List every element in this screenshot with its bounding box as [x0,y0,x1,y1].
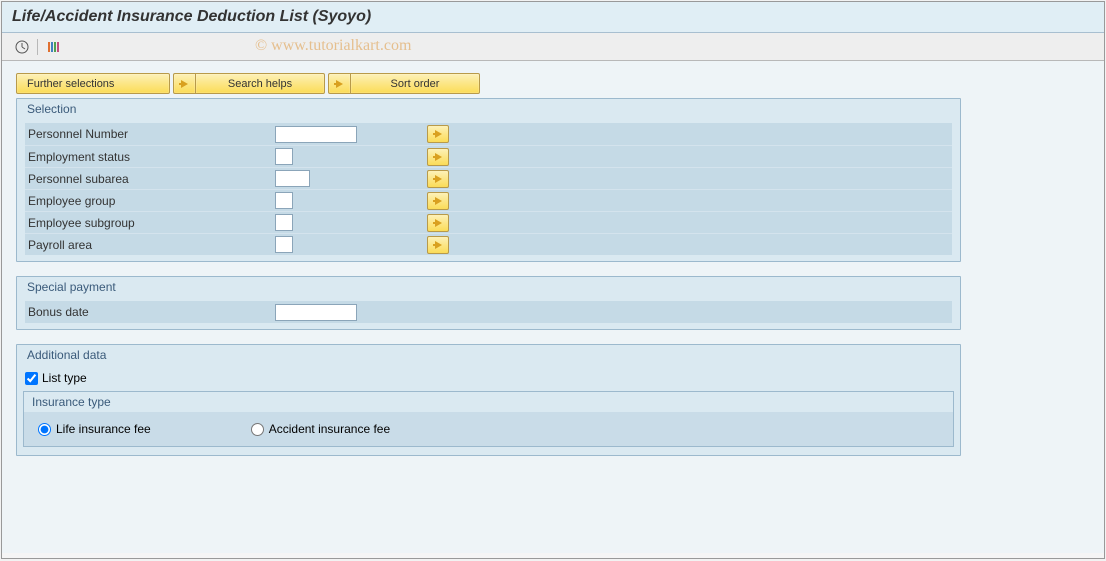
employee-subgroup-multiselect-button[interactable] [427,214,449,232]
row-personnel-number: Personnel Number [25,123,952,145]
accident-insurance-radio[interactable] [251,423,264,436]
personnel-number-label: Personnel Number [25,127,275,141]
row-payroll-area: Payroll area [25,233,952,255]
variants-button[interactable] [43,37,63,57]
search-helps-button[interactable]: Search helps [195,73,325,94]
bonus-date-input[interactable] [275,304,357,321]
row-personnel-subarea: Personnel subarea [25,167,952,189]
additional-data-group: Additional data List type Insurance type… [16,344,961,456]
further-selections-button[interactable]: Further selections [16,73,170,94]
employment-status-label: Employment status [25,150,275,164]
employment-status-input[interactable] [275,148,293,165]
search-helps-arrow-icon[interactable] [173,73,195,94]
special-payment-group: Special payment Bonus date [16,276,961,330]
accident-insurance-label: Accident insurance fee [269,422,390,436]
special-payment-title: Special payment [17,277,960,299]
personnel-number-multiselect-button[interactable] [427,125,449,143]
personnel-subarea-multiselect-button[interactable] [427,170,449,188]
payroll-area-multiselect-button[interactable] [427,236,449,254]
life-insurance-radio[interactable] [38,423,51,436]
top-buttons: Further selections Search helps Sort ord… [16,73,1090,94]
app-window: Life/Accident Insurance Deduction List (… [1,1,1105,559]
personnel-subarea-input[interactable] [275,170,310,187]
page-title: Life/Accident Insurance Deduction List (… [2,2,1104,33]
row-employment-status: Employment status [25,145,952,167]
personnel-subarea-label: Personnel subarea [25,172,275,186]
row-bonus-date: Bonus date [25,301,952,323]
employee-subgroup-label: Employee subgroup [25,216,275,230]
sort-order-button[interactable]: Sort order [350,73,480,94]
row-employee-subgroup: Employee subgroup [25,211,952,233]
employee-group-multiselect-button[interactable] [427,192,449,210]
selection-group-title: Selection [17,99,960,121]
payroll-area-label: Payroll area [25,238,275,252]
payroll-area-input[interactable] [275,236,293,253]
life-insurance-label: Life insurance fee [56,422,151,436]
insurance-type-group: Insurance type Life insurance fee Accide… [23,391,954,447]
list-type-checkbox[interactable] [25,372,38,385]
employee-subgroup-input[interactable] [275,214,293,231]
list-type-label: List type [42,371,87,385]
row-employee-group: Employee group [25,189,952,211]
additional-data-title: Additional data [17,345,960,367]
selection-group: Selection Personnel Number Employment st… [16,98,961,262]
toolbar [2,33,1104,61]
employee-group-input[interactable] [275,192,293,209]
insurance-type-title: Insurance type [24,392,953,412]
sort-order-arrow-icon[interactable] [328,73,350,94]
employment-status-multiselect-button[interactable] [427,148,449,166]
toolbar-separator [37,39,38,55]
execute-button[interactable] [12,37,32,57]
employee-group-label: Employee group [25,194,275,208]
content-area: Further selections Search helps Sort ord… [2,61,1104,553]
bonus-date-label: Bonus date [25,305,275,319]
personnel-number-input[interactable] [275,126,357,143]
